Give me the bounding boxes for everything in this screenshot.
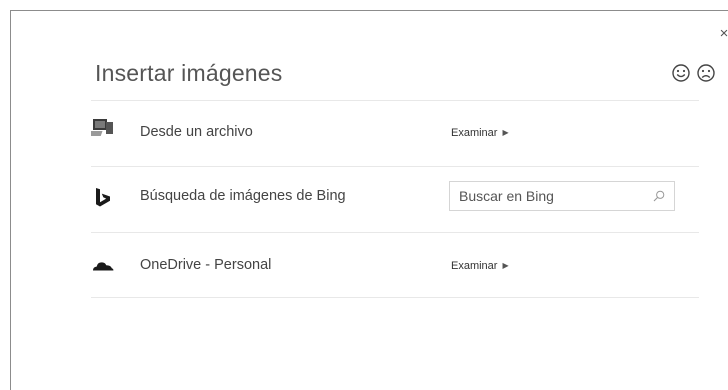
bing-search-box bbox=[449, 181, 675, 211]
frown-icon bbox=[697, 64, 715, 82]
source-row-onedrive: OneDrive - Personal Examinar ▶ bbox=[91, 233, 699, 297]
frown-feedback-button[interactable] bbox=[696, 63, 716, 83]
source-label-file: Desde un archivo bbox=[140, 124, 253, 140]
smile-icon bbox=[672, 64, 690, 82]
source-label-onedrive: OneDrive - Personal bbox=[140, 257, 272, 273]
browse-file-button[interactable]: Examinar ▶ bbox=[451, 127, 509, 139]
browse-onedrive-button[interactable]: Examinar ▶ bbox=[451, 260, 509, 272]
chevron-right-icon: ▶ bbox=[502, 261, 509, 270]
source-row-file: Desde un archivo Examinar ▶ bbox=[91, 101, 699, 165]
search-icon[interactable] bbox=[653, 190, 665, 202]
browse-label: Examinar bbox=[451, 260, 498, 272]
close-button[interactable]: × bbox=[715, 25, 728, 43]
divider bbox=[91, 297, 699, 298]
dialog-title: Insertar imágenes bbox=[95, 60, 283, 86]
source-row-bing: Búsqueda de imágenes de Bing bbox=[91, 167, 699, 231]
onedrive-cloud-icon bbox=[93, 262, 114, 271]
bing-search-input[interactable] bbox=[450, 182, 646, 210]
computer-icon bbox=[91, 119, 113, 136]
source-label-bing: Búsqueda de imágenes de Bing bbox=[140, 188, 346, 204]
bing-icon bbox=[96, 188, 110, 207]
smile-feedback-button[interactable] bbox=[671, 63, 691, 83]
insert-pictures-dialog: × Insertar imágenes Desde un archivo Exa… bbox=[10, 10, 728, 390]
chevron-right-icon: ▶ bbox=[502, 128, 509, 137]
browse-label: Examinar bbox=[451, 127, 498, 139]
